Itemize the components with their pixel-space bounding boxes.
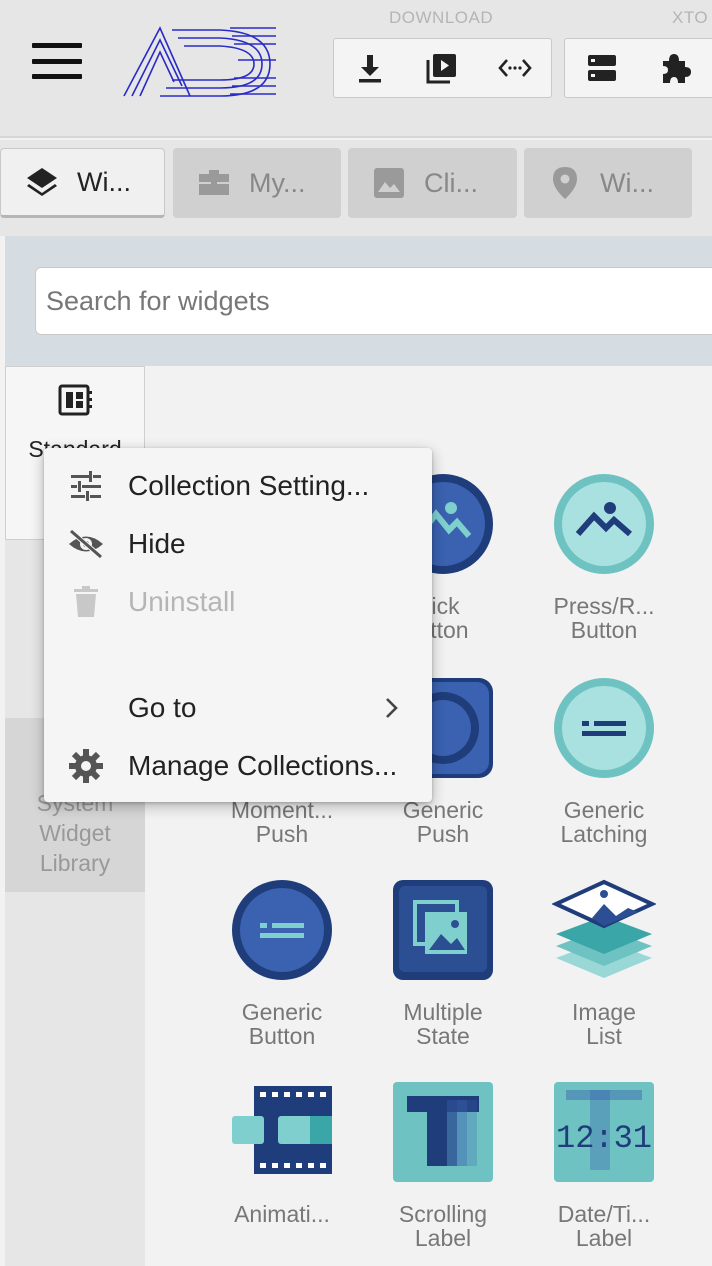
tab-label: My... [249,167,306,198]
search-input[interactable] [35,267,712,335]
multiple-state-icon [393,880,493,980]
menu-item-hide[interactable]: Hide [44,516,432,572]
widget-multiple-state[interactable]: Multiple State [363,878,523,1048]
widget-label: Generic [241,999,323,1025]
image-list-icon [552,879,656,978]
top-toolbar: DOWNLOAD XTO [0,0,712,138]
press-release-button-icon [554,474,654,574]
widget-label: Label [575,1225,633,1251]
layers-icon [25,165,59,199]
widget-label: Push [255,821,309,847]
trash-icon [66,582,106,622]
server-button[interactable] [565,39,639,97]
widget-label: Label [414,1225,472,1251]
widget-label: Button [570,617,638,643]
eye-off-icon [66,524,106,564]
menu-item-label: Manage Collections... [128,750,398,781]
scrolling-label-icon [393,1082,493,1182]
tab-label: Wi... [600,167,654,198]
gear-icon [66,746,106,786]
widget-label: Push [416,821,470,847]
extensions-button[interactable] [639,39,712,97]
xto-button-group [564,38,712,98]
collection-name: Widget [39,820,111,846]
search-area [5,236,712,366]
widget-animation[interactable]: Animati... [202,1080,362,1226]
widget-label: Press/R... [553,593,655,619]
tab-label: Cli... [424,167,478,198]
tab-my-widgets[interactable]: My... [173,148,341,218]
download-button[interactable] [334,39,406,97]
widget-board-icon [58,384,92,416]
puzzle-icon [663,54,691,83]
menu-item-label: Go to [128,692,197,723]
menu-item-manage-collections[interactable]: Manage Collections... [44,738,432,794]
tab-widget-location[interactable]: Wi... [524,148,692,218]
download-icon [359,55,382,83]
embed-code-button[interactable] [479,39,551,97]
menu-item-label: Collection Setting... [128,470,370,501]
widget-image-list[interactable]: Image List [524,878,684,1048]
widget-label: Button [248,1023,316,1049]
panel-tabs: Wi... My... Cli... Wi... [0,140,712,236]
tab-clipart[interactable]: Cli... [348,148,517,218]
widget-generic-button[interactable]: Generic Button [202,878,362,1048]
clock-text: 12:31 [556,1120,652,1157]
widget-label: Scrolling [398,1201,488,1227]
generic-latching-icon [554,678,654,778]
widget-press-release-button[interactable]: Press/R... Button [524,472,684,642]
image-icon [372,166,406,200]
widget-label: List [586,1023,622,1049]
widget-label: Multiple [403,999,483,1025]
ade-logo [123,26,276,97]
download-button-group [333,38,552,98]
widget-label: Image [572,999,636,1025]
tab-label: Wi... [77,166,131,197]
generic-button-icon [232,880,332,980]
xto-group-label: XTO [672,8,709,27]
briefcase-icon [197,166,231,200]
sliders-icon [66,466,106,506]
collection-name: Library [39,850,111,876]
hamburger-menu-icon[interactable] [32,43,82,79]
menu-item-label: Uninstall [128,586,236,617]
location-pin-icon [548,166,582,200]
widget-label: Animati... [234,1201,330,1227]
server-icon [588,55,616,81]
widget-label: Latching [560,821,648,847]
collection-context-menu: Collection Setting... Hide Uninstall Go … [44,448,432,802]
menu-item-collection-settings[interactable]: Collection Setting... [44,458,432,514]
code-icon [498,59,532,77]
chevron-right-icon [386,698,398,718]
widget-generic-latching[interactable]: Generic Latching [524,676,684,846]
widget-label: Generic [563,797,645,823]
widget-scrolling-label[interactable]: Scrolling Label [363,1080,523,1250]
menu-item-uninstall[interactable]: Uninstall [44,574,432,630]
menu-item-go-to[interactable]: Go to [44,680,432,736]
download-group-label: DOWNLOAD [389,8,494,27]
menu-item-label: Hide [128,528,186,559]
tab-widgets[interactable]: Wi... [0,148,165,218]
widget-label: State [416,1023,470,1049]
widget-label: Date/Ti... [557,1201,651,1227]
animation-filmstrip-icon [232,1086,332,1174]
date-time-label-icon: 12:31 [554,1082,654,1182]
widget-date-time-label[interactable]: 12:31 Date/Ti... Label [524,1080,684,1250]
preview-button[interactable] [406,39,478,97]
play-icon [426,54,457,84]
